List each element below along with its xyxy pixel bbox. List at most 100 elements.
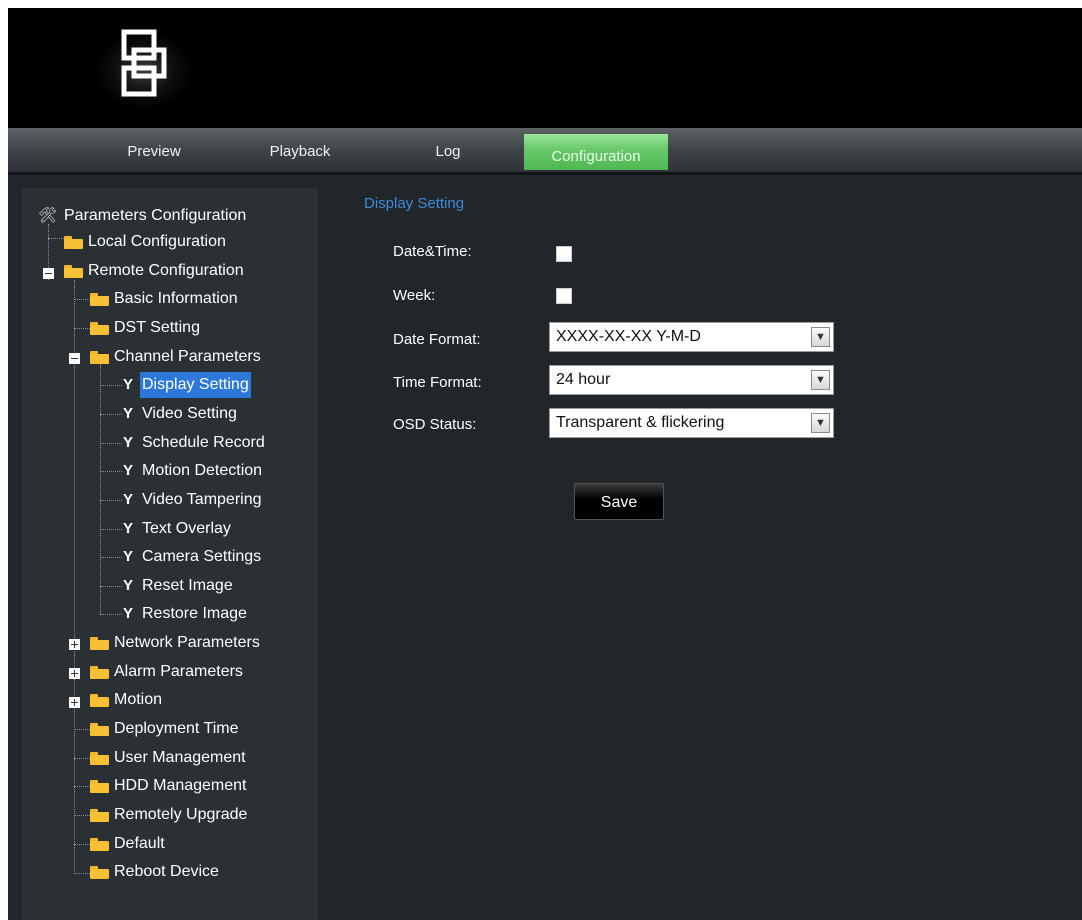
expand-toggle-icon[interactable]	[69, 668, 80, 679]
tree-label: Parameters Configuration	[64, 207, 247, 224]
folder-icon	[90, 351, 109, 364]
chevron-down-icon[interactable]: ▼	[811, 413, 830, 433]
tree-label: Network Parameters	[114, 634, 260, 651]
tree-line	[74, 873, 90, 874]
folder-icon	[90, 322, 109, 335]
brand-logo	[94, 20, 194, 110]
osd-status-select[interactable]: Transparent & flickering ▼	[549, 408, 834, 438]
header-bar	[8, 8, 1082, 128]
folder-icon	[90, 752, 109, 765]
tree-line	[100, 471, 122, 472]
folder-icon	[90, 293, 109, 306]
tree-label: Deployment Time	[114, 720, 239, 737]
tree-label: HDD Management	[114, 777, 247, 794]
tree-line	[48, 238, 64, 239]
osd-status-label: OSD Status:	[393, 416, 477, 433]
folder-icon	[64, 265, 83, 278]
expand-toggle-icon[interactable]	[69, 639, 80, 650]
wrench-icon: Y	[122, 548, 133, 565]
tree-label: DST Setting	[114, 319, 200, 336]
date-format-select[interactable]: XXXX-XX-XX Y-M-D ▼	[549, 322, 834, 352]
wrench-icon: Y	[122, 405, 133, 422]
tree-label: User Management	[114, 749, 246, 766]
date-format-value: XXXX-XX-XX Y-M-D	[556, 328, 701, 345]
folder-icon	[90, 866, 109, 879]
osd-status-value: Transparent & flickering	[556, 414, 725, 431]
week-label: Week:	[393, 287, 436, 304]
expand-toggle-icon[interactable]	[69, 697, 80, 708]
tree-line	[74, 328, 90, 329]
tree-line	[74, 280, 75, 874]
tree-line	[100, 529, 122, 530]
tree-label: Video Tampering	[142, 491, 262, 508]
folder-icon	[90, 809, 109, 822]
wrench-icon: Y	[122, 520, 133, 537]
tree-label: Local Configuration	[88, 233, 226, 250]
tab-configuration[interactable]: Configuration	[524, 134, 668, 170]
date-time-checkbox[interactable]	[556, 246, 572, 262]
save-button[interactable]: Save	[574, 483, 664, 520]
collapse-toggle-icon[interactable]	[69, 353, 80, 364]
tree-label: Text Overlay	[142, 520, 231, 537]
folder-icon	[90, 637, 109, 650]
tab-log[interactable]: Log	[398, 140, 498, 164]
tree-label: Motion Detection	[142, 462, 263, 479]
tree-line	[100, 443, 122, 444]
tree-label: Reboot Device	[114, 863, 219, 880]
time-format-label: Time Format:	[393, 374, 482, 391]
chevron-down-icon[interactable]: ▼	[811, 370, 830, 390]
tree-line	[100, 500, 122, 501]
tree-line	[100, 414, 122, 415]
section-title: Display Setting	[364, 195, 465, 212]
chevron-down-icon[interactable]: ▼	[811, 327, 830, 347]
tree-label: Default	[114, 835, 165, 852]
wrench-icon: Y	[122, 434, 133, 451]
tree-label: Basic Information	[114, 290, 238, 307]
tree-line	[74, 299, 90, 300]
tree-label: Remotely Upgrade	[114, 806, 248, 823]
tree-line	[74, 786, 90, 787]
tree-label: Remote Configuration	[88, 262, 244, 279]
tree-label: Video Setting	[142, 405, 237, 422]
tree-label: Reset Image	[142, 577, 233, 594]
tree-line	[100, 557, 122, 558]
tree-line	[74, 758, 90, 759]
folder-icon	[90, 838, 109, 851]
tree-label: Display Setting	[140, 372, 251, 398]
folder-icon	[90, 780, 109, 793]
folder-icon	[64, 236, 83, 249]
tree-line	[74, 729, 90, 730]
folder-icon	[90, 666, 109, 679]
app-frame: Preview Playback Log Configuration 🛠 Par…	[8, 8, 1082, 920]
date-time-label: Date&Time:	[393, 243, 472, 260]
tree-line	[100, 614, 122, 615]
tree-line	[100, 385, 122, 386]
tree-label: Channel Parameters	[114, 348, 261, 365]
tree-line	[74, 815, 90, 816]
week-checkbox[interactable]	[556, 288, 572, 304]
tab-playback[interactable]: Playback	[250, 140, 350, 164]
main-nav: Preview Playback Log Configuration	[8, 128, 1082, 175]
folder-icon	[90, 694, 109, 707]
wrench-icon: Y	[122, 577, 133, 594]
tree-label: Alarm Parameters	[114, 663, 243, 680]
tree-line	[74, 844, 90, 845]
tree-label: Schedule Record	[142, 434, 265, 451]
tree-label: Restore Image	[142, 605, 247, 622]
tree-line	[100, 364, 101, 614]
time-format-select[interactable]: 24 hour ▼	[549, 365, 834, 395]
folder-icon	[90, 723, 109, 736]
config-tree-panel: 🛠 Parameters Configuration Local Configu…	[22, 188, 318, 920]
wrench-icon: Y	[122, 491, 133, 508]
tree-label: Motion	[114, 691, 163, 708]
wrench-icon: Y	[122, 462, 133, 479]
tree-label: Camera Settings	[142, 548, 262, 565]
tree-line	[100, 586, 122, 587]
wrench-icon: Y	[122, 376, 133, 393]
logo-icon	[121, 29, 167, 97]
date-format-label: Date Format:	[393, 331, 481, 348]
wrench-icon: Y	[122, 605, 133, 622]
collapse-toggle-icon[interactable]	[43, 268, 54, 279]
time-format-value: 24 hour	[556, 371, 611, 388]
tab-preview[interactable]: Preview	[104, 140, 204, 164]
